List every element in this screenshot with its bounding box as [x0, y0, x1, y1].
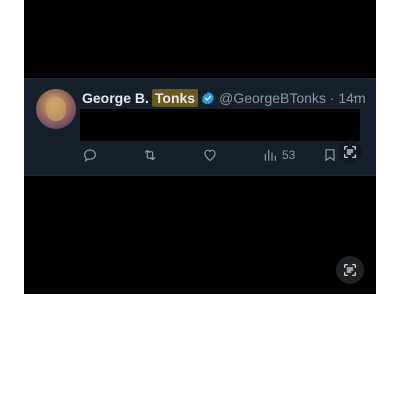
- lens-search-icon: [344, 264, 356, 276]
- app-screen: George B. Tonks @GeorgeBTonks · 14m ···: [24, 0, 376, 294]
- avatar[interactable]: [36, 89, 76, 129]
- reply-button[interactable]: [82, 145, 98, 165]
- views-count: 53: [282, 148, 296, 162]
- tweet-card[interactable]: George B. Tonks @GeorgeBTonks · 14m ···: [24, 78, 376, 176]
- avatar-face: [46, 97, 66, 121]
- bookmark-button[interactable]: [322, 145, 338, 165]
- like-button[interactable]: [202, 145, 218, 165]
- reply-icon: [84, 149, 96, 162]
- bookmark-icon: [325, 149, 335, 161]
- handle-and-time[interactable]: @GeorgeBTonks · 14m: [219, 90, 366, 106]
- lens-search-button[interactable]: [336, 256, 364, 284]
- tweet-header: George B. Tonks @GeorgeBTonks · 14m: [82, 88, 366, 108]
- retweet-button[interactable]: [142, 145, 158, 165]
- tweet-actions: 53: [80, 145, 370, 165]
- lens-search-icon[interactable]: [338, 140, 362, 164]
- lens-search-icon-glyph: [344, 146, 356, 158]
- retweet-icon: [144, 149, 156, 161]
- analytics-icon: [264, 149, 276, 161]
- views-button[interactable]: 53: [262, 145, 295, 165]
- tweet-body-redacted: [80, 109, 360, 141]
- author-name[interactable]: George B.: [82, 90, 149, 106]
- heart-icon: [204, 149, 216, 162]
- more-options-icon[interactable]: ···: [346, 87, 364, 105]
- verified-badge-icon: [202, 91, 215, 105]
- author-name-highlight[interactable]: Tonks: [151, 89, 199, 107]
